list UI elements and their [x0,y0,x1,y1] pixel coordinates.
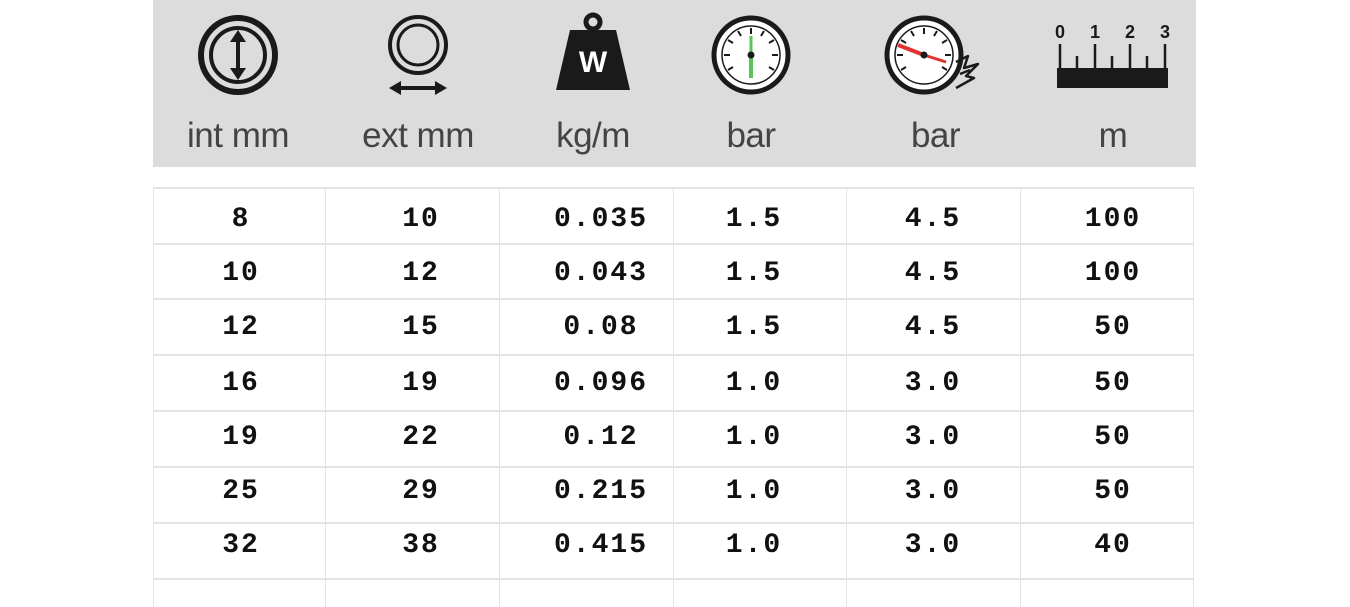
header-col-bar-burst: bar [853,0,1018,167]
table-cell: 1.5 [725,204,783,235]
table-cell: 100 [1084,258,1142,289]
inner-diameter-icon [153,12,323,98]
column-divider [153,187,154,607]
table-cell: 25 [222,476,260,507]
unit-label: kg/m [556,116,630,155]
ruler-label: 1 [1090,22,1100,42]
table-cell: 0.08 [563,312,639,343]
row-divider [153,187,1194,189]
burst-pressure-gauge-icon [853,12,1018,98]
table-cell: 10 [402,204,440,235]
header-col-kg-m: W kg/m [508,0,678,167]
table-cell: 1.5 [725,258,783,289]
table-cell: 0.215 [553,476,648,507]
table-cell: 15 [402,312,440,343]
table-cell: 0.096 [553,368,648,399]
table-cell: 19 [402,368,440,399]
table-cell: 29 [402,476,440,507]
table-cell: 12 [402,258,440,289]
header-col-int-mm: int mm [153,0,323,167]
row-divider [153,578,1194,580]
table-cell: 12 [222,312,260,343]
table-cell: 50 [1094,476,1132,507]
table-cell: 0.12 [563,422,639,453]
table-cell: 4.5 [904,204,962,235]
unit-label: int mm [187,116,290,155]
ruler-label: 2 [1125,22,1135,42]
table-cell: 40 [1094,530,1132,561]
table-cell: 1.5 [725,312,783,343]
table-cell: 22 [402,422,440,453]
table-cell: 50 [1094,312,1132,343]
unit-label: bar [726,116,776,155]
table-cell: 3.0 [904,368,962,399]
column-divider [1193,187,1194,607]
length-ruler-icon: 0 1 2 3 [1033,12,1193,98]
column-divider [1020,187,1021,607]
unit-label: bar [910,116,961,155]
table-cell: 19 [222,422,260,453]
table-cell: 32 [222,530,260,561]
data-table: 8 10 0.035 1.5 4.5 100 10 12 0.043 1.5 4.5 100 12 15 0… [153,187,1194,607]
column-divider [499,187,500,607]
header-col-bar-working: bar [681,0,821,167]
table-cell: 3.0 [904,476,962,507]
table-cell: 1.0 [725,530,783,561]
unit-label: ext mm [362,116,474,155]
table-cell: 0.035 [553,204,648,235]
header-col-m: 0 1 2 3 m [1033,0,1193,167]
table-cell: 0.043 [553,258,648,289]
table-cell: 4.5 [904,312,962,343]
table-header: int mm ext mm W kg/m bar bar 0 1 2 3 m [153,0,1196,167]
row-divider [153,410,1194,412]
table-cell: 1.0 [725,476,783,507]
table-cell: 3.0 [904,422,962,453]
table-cell: 4.5 [904,258,962,289]
table-cell: 1.0 [725,368,783,399]
table-cell: 3.0 [904,530,962,561]
table-cell: 50 [1094,368,1132,399]
outer-diameter-icon [333,12,503,98]
row-divider [153,354,1194,356]
working-pressure-gauge-icon [681,12,821,98]
table-cell: 10 [222,258,260,289]
header-col-ext-mm: ext mm [333,0,503,167]
table-cell: 100 [1084,204,1142,235]
weight-letter: W [579,46,608,79]
column-divider [846,187,847,607]
table-cell: 1.0 [725,422,783,453]
table-cell: 0.415 [553,530,648,561]
table-cell: 50 [1094,422,1132,453]
table-cell: 38 [402,530,440,561]
table-cell: 16 [222,368,260,399]
table-cell: 8 [231,204,251,235]
column-divider [325,187,326,607]
unit-label: m [1098,116,1128,155]
ruler-label: 0 [1055,22,1065,42]
weight-icon: W [508,12,678,98]
ruler-label: 3 [1160,22,1170,42]
